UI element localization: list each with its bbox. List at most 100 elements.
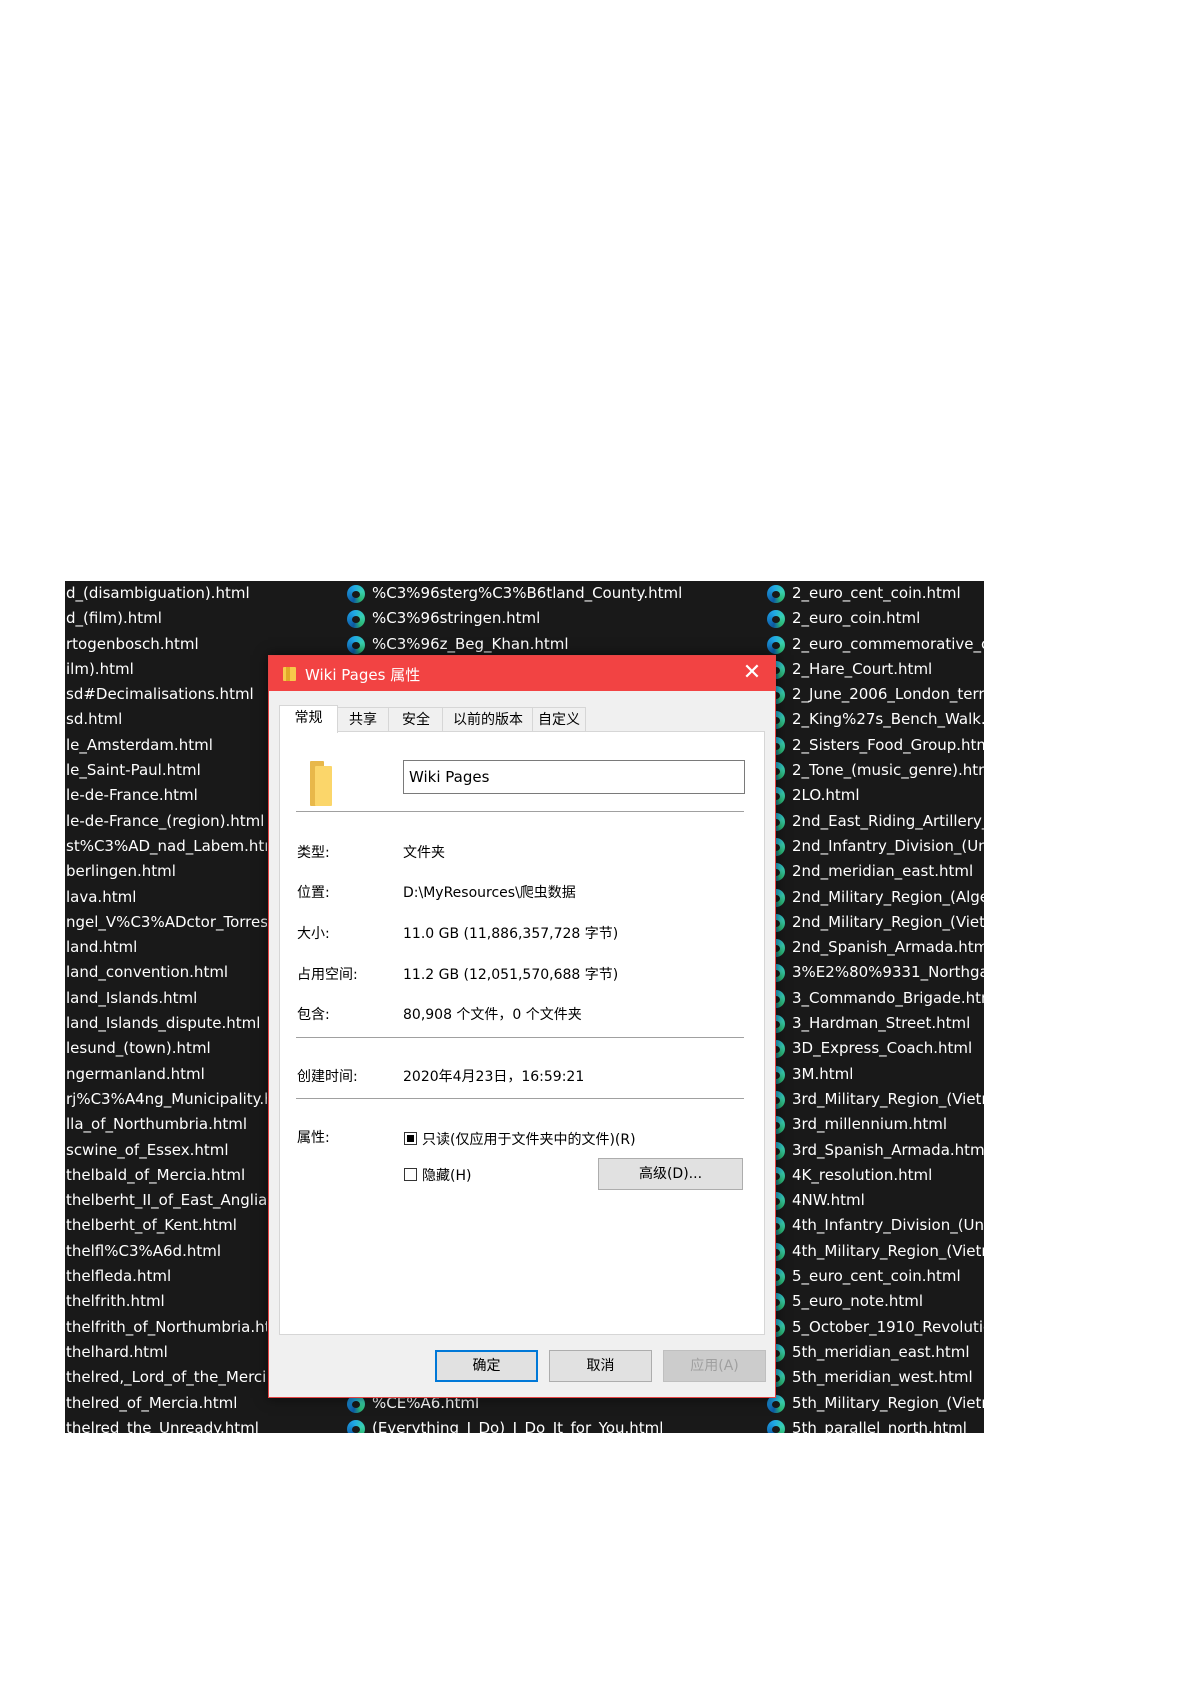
file-name: rtogenbosch.html <box>66 634 199 653</box>
apply-button[interactable]: 应用(A) <box>663 1350 766 1382</box>
file-item[interactable]: 2nd_meridian_east.html <box>765 859 984 884</box>
file-item[interactable]: 5_euro_note.html <box>765 1289 984 1314</box>
separator <box>296 1037 744 1038</box>
file-name: 4K_resolution.html <box>792 1165 933 1184</box>
file-item[interactable]: %C3%96sterg%C3%B6tland_County.html <box>345 581 765 606</box>
file-item[interactable]: d_(film).html <box>65 606 267 631</box>
file-name: d_(disambiguation).html <box>66 584 250 602</box>
file-item[interactable]: 2_Sisters_Food_Group.html <box>765 733 984 758</box>
tab-general[interactable]: 常规 <box>279 705 338 733</box>
attributes-label: 属性: <box>297 1130 330 1146</box>
file-item[interactable]: thelfrith.html <box>65 1289 267 1314</box>
file-item[interactable]: 2_King%27s_Bench_Walk.html <box>765 707 984 732</box>
tab-customize[interactable]: 自定义 <box>532 707 586 732</box>
file-item[interactable]: rj%C3%A4ng_Municipality.html <box>65 1087 267 1112</box>
file-item[interactable]: %C3%96stringen.html <box>345 606 765 631</box>
file-item[interactable]: thelhard.html <box>65 1340 267 1365</box>
file-item[interactable]: land.html <box>65 935 267 960</box>
file-item[interactable]: 2LO.html <box>765 783 984 808</box>
ok-button[interactable]: 确定 <box>435 1350 538 1382</box>
file-item[interactable]: 3_Hardman_Street.html <box>765 1011 984 1036</box>
tab-security[interactable]: 安全 <box>388 707 444 732</box>
file-item[interactable]: rtogenbosch.html <box>65 632 267 657</box>
file-item[interactable]: le-de-France_(region).html <box>65 809 267 834</box>
file-item[interactable]: land_Islands.html <box>65 986 267 1011</box>
advanced-button[interactable]: 高级(D)... <box>598 1158 743 1190</box>
file-item[interactable]: 2_Tone_(music_genre).html <box>765 758 984 783</box>
file-item[interactable]: 2nd_Military_Region_(Vietnam).html <box>765 910 984 935</box>
file-item[interactable]: land_convention.html <box>65 960 267 985</box>
file-item[interactable]: 3rd_millennium.html <box>765 1112 984 1137</box>
file-item[interactable]: thelberht_of_Kent.html <box>65 1213 267 1238</box>
file-name: lesund_(town).html <box>66 1039 211 1058</box>
file-item[interactable]: 3D_Express_Coach.html <box>765 1036 984 1061</box>
file-item[interactable]: 3rd_Spanish_Armada.html <box>765 1138 984 1163</box>
file-item[interactable]: thelred_the_Unready.html <box>65 1416 267 1433</box>
file-item[interactable]: thelfrith_of_Northumbria.html <box>65 1315 267 1340</box>
file-item[interactable]: le_Amsterdam.html <box>65 733 267 758</box>
file-item[interactable]: lava.html <box>65 885 267 910</box>
file-item[interactable]: ilm).html <box>65 657 267 682</box>
file-item[interactable]: 2nd_Infantry_Division_(United_States).ht… <box>765 834 984 859</box>
file-item[interactable]: 4K_resolution.html <box>765 1163 984 1188</box>
file-item[interactable]: 5_euro_cent_coin.html <box>765 1264 984 1289</box>
file-item[interactable]: 2_euro_commemorative_coins.html <box>765 632 984 657</box>
file-item[interactable]: thelfl%C3%A6d.html <box>65 1239 267 1264</box>
file-item[interactable]: le_Saint-Paul.html <box>65 758 267 783</box>
file-item[interactable]: thelberht_II_of_East_Anglia.html <box>65 1188 267 1213</box>
file-item[interactable]: 4th_Infantry_Division_(United_States).ht… <box>765 1213 984 1238</box>
file-item[interactable]: 2_Hare_Court.html <box>765 657 984 682</box>
cancel-button[interactable]: 取消 <box>549 1350 652 1382</box>
file-item[interactable]: berlingen.html <box>65 859 267 884</box>
file-item[interactable]: thelred,_Lord_of_the_Mercians.html <box>65 1365 267 1390</box>
file-item[interactable]: 2nd_East_Riding_Artillery_Volunteers.htm… <box>765 809 984 834</box>
file-item[interactable]: 3%E2%80%9331_Northgate.html <box>765 960 984 985</box>
file-name: 2_King%27s_Bench_Walk.html <box>792 710 984 729</box>
hidden-checkbox[interactable] <box>404 1168 417 1181</box>
file-item[interactable]: 2_June_2006_London_terror_raid.html <box>765 682 984 707</box>
edge-html-icon <box>767 585 785 603</box>
file-item[interactable]: ngel_V%C3%ADctor_Torres.html <box>65 910 267 935</box>
file-item[interactable]: 2nd_Military_Region_(Algeria).html <box>765 885 984 910</box>
folder-name-input[interactable]: Wiki Pages <box>403 760 745 794</box>
file-item[interactable]: 5_October_1910_Revolution.html <box>765 1315 984 1340</box>
file-item[interactable]: 5th_meridian_west.html <box>765 1365 984 1390</box>
file-item[interactable]: le-de-France.html <box>65 783 267 808</box>
file-item[interactable]: 4NW.html <box>765 1188 984 1213</box>
file-item[interactable]: %C3%96z_Beg_Khan.html <box>345 632 765 657</box>
file-item[interactable]: thelred_of_Mercia.html <box>65 1391 267 1416</box>
file-item[interactable]: ngermanland.html <box>65 1062 267 1087</box>
file-item[interactable]: 3rd_Military_Region_(Vietnam).html <box>765 1087 984 1112</box>
file-item[interactable]: lesund_(town).html <box>65 1036 267 1061</box>
location-value: D:\MyResources\爬虫数据 <box>403 885 576 901</box>
file-item[interactable]: sd#Decimalisations.html <box>65 682 267 707</box>
file-item[interactable]: 2nd_Spanish_Armada.html <box>765 935 984 960</box>
file-item[interactable]: 4th_Military_Region_(Vietnam).html <box>765 1239 984 1264</box>
file-item[interactable]: 5th_parallel_north.html <box>765 1416 984 1433</box>
file-item[interactable]: thelfleda.html <box>65 1264 267 1289</box>
file-item[interactable]: land_Islands_dispute.html <box>65 1011 267 1036</box>
file-item[interactable]: 5th_Military_Region_(Vietnam).html <box>765 1391 984 1416</box>
file-item[interactable]: 3_Commando_Brigade.html <box>765 986 984 1011</box>
file-item[interactable]: thelbald_of_Mercia.html <box>65 1163 267 1188</box>
file-item[interactable]: st%C3%AD_nad_Labem.html <box>65 834 267 859</box>
file-name: ngermanland.html <box>66 1064 205 1083</box>
folder-icon <box>310 761 332 806</box>
readonly-checkbox[interactable] <box>404 1132 417 1145</box>
close-button[interactable]: ✕ <box>729 656 775 691</box>
file-item[interactable]: 2_euro_coin.html <box>765 606 984 631</box>
tab-previous-versions[interactable]: 以前的版本 <box>442 707 534 732</box>
file-item[interactable]: (Everything_I_Do)_I_Do_It_for_You.html <box>345 1416 765 1433</box>
file-name: lla_of_Northumbria.html <box>66 1115 248 1134</box>
file-item[interactable]: sd.html <box>65 707 267 732</box>
file-item[interactable]: 5th_meridian_east.html <box>765 1340 984 1365</box>
file-item[interactable]: 3M.html <box>765 1062 984 1087</box>
title-bar[interactable]: Wiki Pages 属性 ✕ <box>269 656 775 691</box>
file-item[interactable]: scwine_of_Essex.html <box>65 1138 267 1163</box>
file-item[interactable]: lla_of_Northumbria.html <box>65 1112 267 1137</box>
file-item[interactable]: 2_euro_cent_coin.html <box>765 581 984 606</box>
tab-sharing[interactable]: 共享 <box>336 707 390 732</box>
file-name: 2_euro_cent_coin.html <box>792 584 961 602</box>
file-name: 2nd_Military_Region_(Vietnam).html <box>792 912 984 931</box>
file-item[interactable]: d_(disambiguation).html <box>65 581 267 606</box>
